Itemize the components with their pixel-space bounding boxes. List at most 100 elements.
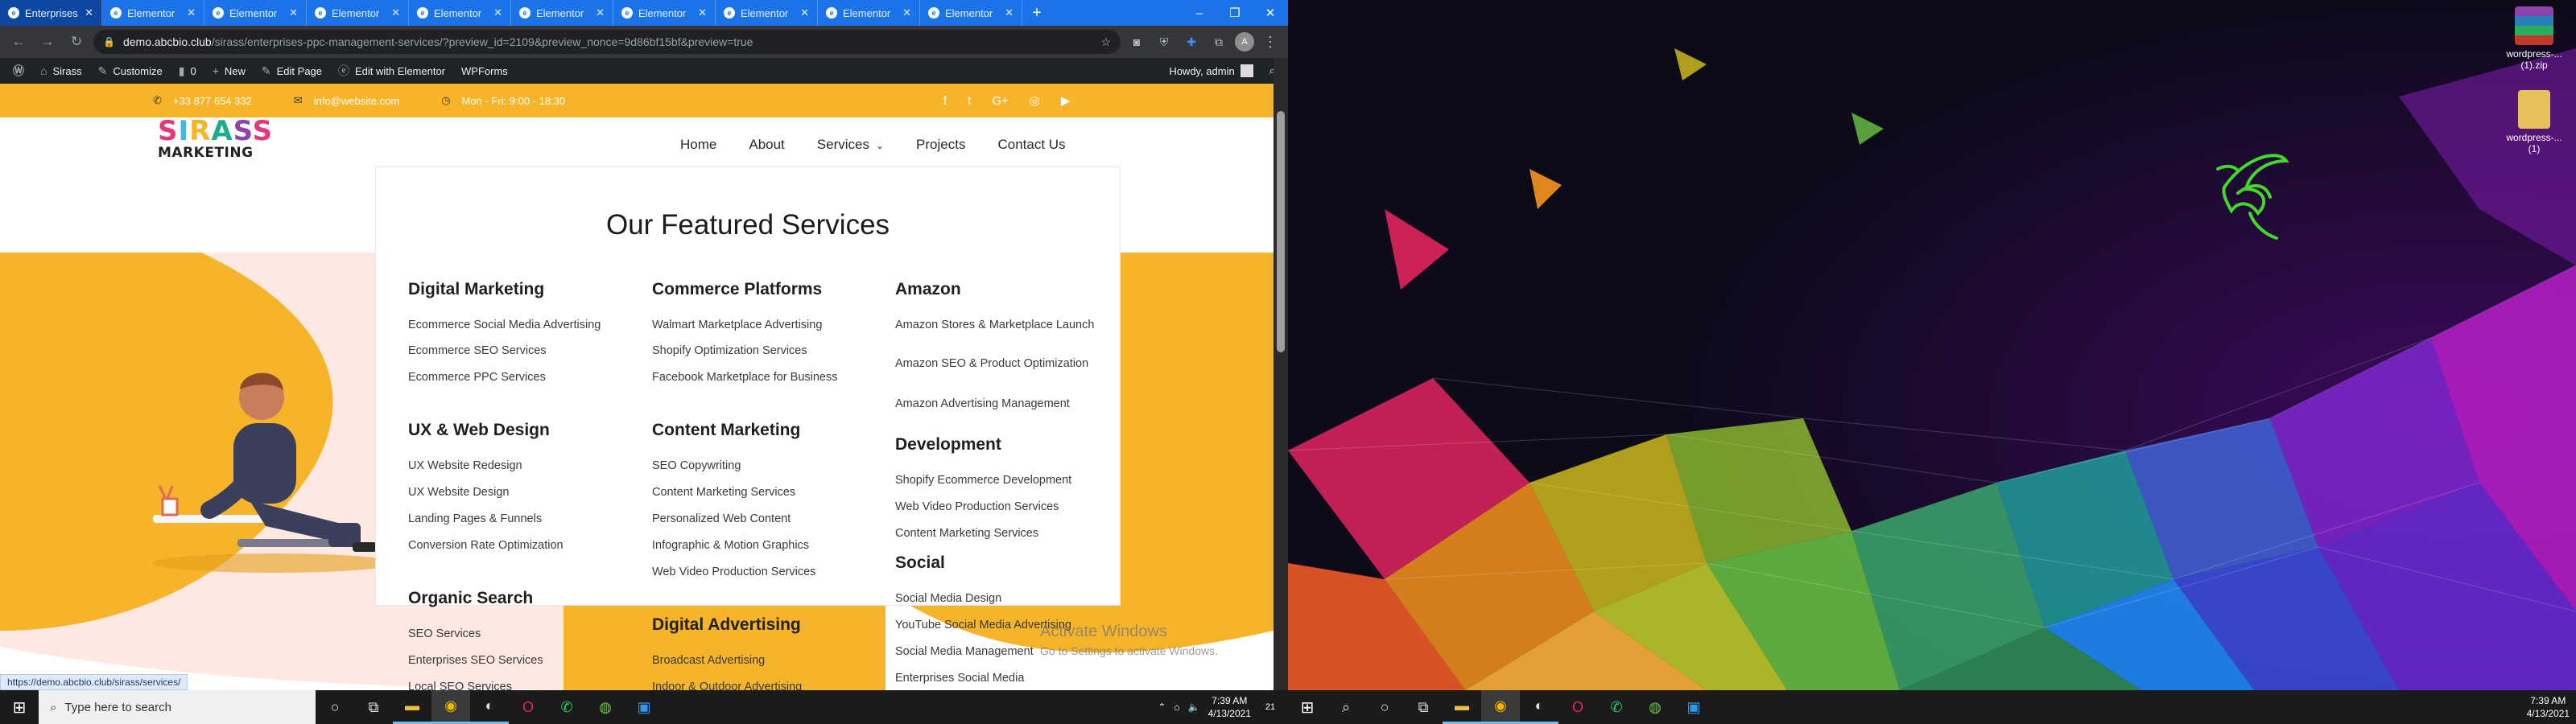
wp-site-link[interactable]: ⌂ Sirass <box>32 58 90 84</box>
profile-avatar[interactable]: A <box>1235 32 1254 51</box>
menu-group-title[interactable]: Organic Search <box>408 589 533 608</box>
menu-group-title[interactable]: Commerce Platforms <box>652 280 822 299</box>
tab-close-icon[interactable]: ✕ <box>800 6 809 19</box>
network-icon[interactable]: ⌂ <box>1174 701 1179 713</box>
nav-projects[interactable]: Projects <box>916 137 965 153</box>
extensions-icon[interactable]: ⧉ <box>1208 31 1230 53</box>
camera-extension-icon[interactable]: ◙ <box>1125 31 1148 53</box>
nav-about[interactable]: About <box>749 137 784 153</box>
menu-link[interactable]: Shopify Optimization Services <box>652 344 861 357</box>
wp-edit-elementor-link[interactable]: ⓔ Edit with Elementor <box>330 58 453 84</box>
menu-link[interactable]: Enterprises SEO Services <box>408 654 617 667</box>
whatsapp-icon-2[interactable]: ✆ <box>1597 690 1636 724</box>
tab-close-icon[interactable]: ✕ <box>596 6 605 19</box>
wp-wpforms-link[interactable]: WPForms <box>453 58 516 84</box>
browser-tab[interactable]: e Enterprises ✕ <box>0 0 102 26</box>
menu-link[interactable]: Broadcast Advertising <box>652 654 861 667</box>
menu-link[interactable]: Amazon Stores & Marketplace Launch <box>895 319 1104 331</box>
notification-center-icon[interactable]: 21 <box>1259 696 1282 718</box>
menu-link[interactable]: Conversion Rate Optimization <box>408 539 617 552</box>
menu-link[interactable]: SEO Services <box>408 627 617 640</box>
menu-link[interactable]: Landing Pages & Funnels <box>408 512 617 525</box>
menu-link[interactable]: Social Media Design <box>895 592 1104 605</box>
browser-tab[interactable]: e Elementor ✕ <box>511 0 613 26</box>
file-explorer-icon[interactable]: ▬ <box>393 690 431 724</box>
taskbar-clock-2[interactable]: 7:39 AM 4/13/2021 <box>2527 694 2570 720</box>
tab-close-icon[interactable]: ✕ <box>289 6 298 19</box>
new-tab-button[interactable]: + <box>1022 0 1051 26</box>
task-view-icon[interactable]: ⧉ <box>354 690 393 724</box>
menu-link[interactable]: Amazon Advertising Management <box>895 397 1104 410</box>
tab-close-icon[interactable]: ✕ <box>187 6 196 19</box>
cortana-icon[interactable]: ○ <box>316 690 354 724</box>
browser-tab[interactable]: e Elementor ✕ <box>307 0 409 26</box>
wp-logo-button[interactable]: Ⓦ <box>5 58 32 84</box>
email-info[interactable]: ✉ info@website.com <box>294 94 399 107</box>
chrome-icon[interactable]: ◉ <box>431 690 470 724</box>
minimize-button[interactable]: – <box>1182 0 1217 26</box>
nav-home[interactable]: Home <box>680 137 716 153</box>
menu-group-title[interactable]: UX & Web Design <box>408 421 550 440</box>
media-app-icon-2[interactable]: ▣ <box>1674 690 1713 724</box>
tab-close-icon[interactable]: ✕ <box>1005 6 1013 19</box>
tab-close-icon[interactable]: ✕ <box>85 6 93 19</box>
tab-close-icon[interactable]: ✕ <box>493 6 502 19</box>
instagram-icon[interactable]: ◎ <box>1030 93 1040 108</box>
menu-link[interactable]: Shopify Ecommerce Development <box>895 474 1104 487</box>
media-app-icon[interactable]: ▣ <box>625 690 663 724</box>
menu-link[interactable]: Content Marketing Services <box>652 486 861 499</box>
bittorrent-icon[interactable]: ◍ <box>586 690 625 724</box>
restore-button[interactable]: ❐ <box>1217 0 1253 26</box>
chrome-icon-2[interactable]: ◉ <box>1481 690 1520 724</box>
taskbar-clock[interactable]: 7:39 AM 4/13/2021 <box>1208 694 1251 720</box>
task-view-icon-2[interactable]: ⧉ <box>1404 690 1443 724</box>
menu-group-title[interactable]: Digital Marketing <box>408 280 544 299</box>
menu-group-title[interactable]: Amazon <box>895 280 961 299</box>
tab-close-icon[interactable]: ✕ <box>391 6 400 19</box>
scrollbar-thumb[interactable] <box>1277 111 1285 352</box>
menu-link[interactable]: Infographic & Motion Graphics <box>652 539 861 552</box>
browser-tab[interactable]: e Elementor ✕ <box>920 0 1022 26</box>
menu-link[interactable]: Ecommerce PPC Services <box>408 371 617 384</box>
shield-extension-icon[interactable]: ⛨ <box>1153 31 1175 53</box>
cortana-icon-2[interactable]: ○ <box>1365 690 1404 724</box>
opera-icon[interactable]: O <box>509 690 547 724</box>
volume-icon[interactable]: 🔈 <box>1188 701 1200 713</box>
wp-customize-link[interactable]: ✎ Customize <box>90 58 171 84</box>
phone-info[interactable]: ✆ +33 877 654 332 <box>153 94 252 107</box>
browser-menu-icon[interactable]: ⋮ <box>1259 31 1282 53</box>
menu-link[interactable]: Local SEO Services <box>408 681 617 690</box>
tab-close-icon[interactable]: ✕ <box>698 6 707 19</box>
nav-services[interactable]: Services ⌄ <box>817 137 884 153</box>
menu-group-title[interactable]: Social <box>895 553 945 573</box>
menu-group-title[interactable]: Content Marketing <box>652 421 800 440</box>
youtube-icon[interactable]: ▶ <box>1061 93 1071 108</box>
browser-tab[interactable]: e Elementor ✕ <box>818 0 920 26</box>
menu-link[interactable]: Personalized Web Content <box>652 512 861 525</box>
menu-link[interactable]: Ecommerce SEO Services <box>408 344 617 357</box>
menu-link[interactable]: Web Video Production Services <box>652 566 861 578</box>
bookmark-star-icon[interactable]: ☆ <box>1100 35 1111 49</box>
menu-link[interactable]: Ecommerce Social Media Advertising <box>408 319 617 331</box>
google-plus-icon[interactable]: G+ <box>992 94 1008 108</box>
menu-link[interactable]: Amazon SEO & Product Optimization <box>895 357 1104 370</box>
menu-link[interactable]: Enterprises Social Media <box>895 672 1104 685</box>
menu-link[interactable]: Facebook Marketplace for Business <box>652 371 861 384</box>
close-window-button[interactable]: ✕ <box>1253 0 1288 26</box>
desktop-icon-folder[interactable]: wordpress-... (1) <box>2496 90 2573 154</box>
menu-group-title[interactable]: Development <box>895 435 1001 455</box>
file-explorer-icon-2[interactable]: ▬ <box>1443 690 1481 724</box>
back-icon[interactable]: ← <box>6 30 31 54</box>
wp-account-menu[interactable]: Howdy, admin <box>1161 58 1261 84</box>
app-icon-2[interactable]: ◐ <box>1520 690 1558 724</box>
taskbar-search[interactable]: ⌕ Type here to search <box>39 690 316 724</box>
forward-icon[interactable]: → <box>35 30 60 54</box>
opera-icon-2[interactable]: O <box>1558 690 1597 724</box>
wp-new-link[interactable]: + New <box>204 58 254 84</box>
wp-comments-link[interactable]: ▮ 0 <box>171 58 204 84</box>
menu-link[interactable]: Indoor & Outdoor Advertising <box>652 681 861 690</box>
app-icon[interactable]: ◐ <box>470 690 509 724</box>
menu-group-title[interactable]: Digital Advertising <box>652 615 801 635</box>
search-icon-2[interactable]: ⌕ <box>1327 690 1365 724</box>
menu-link[interactable]: Walmart Marketplace Advertising <box>652 319 861 331</box>
